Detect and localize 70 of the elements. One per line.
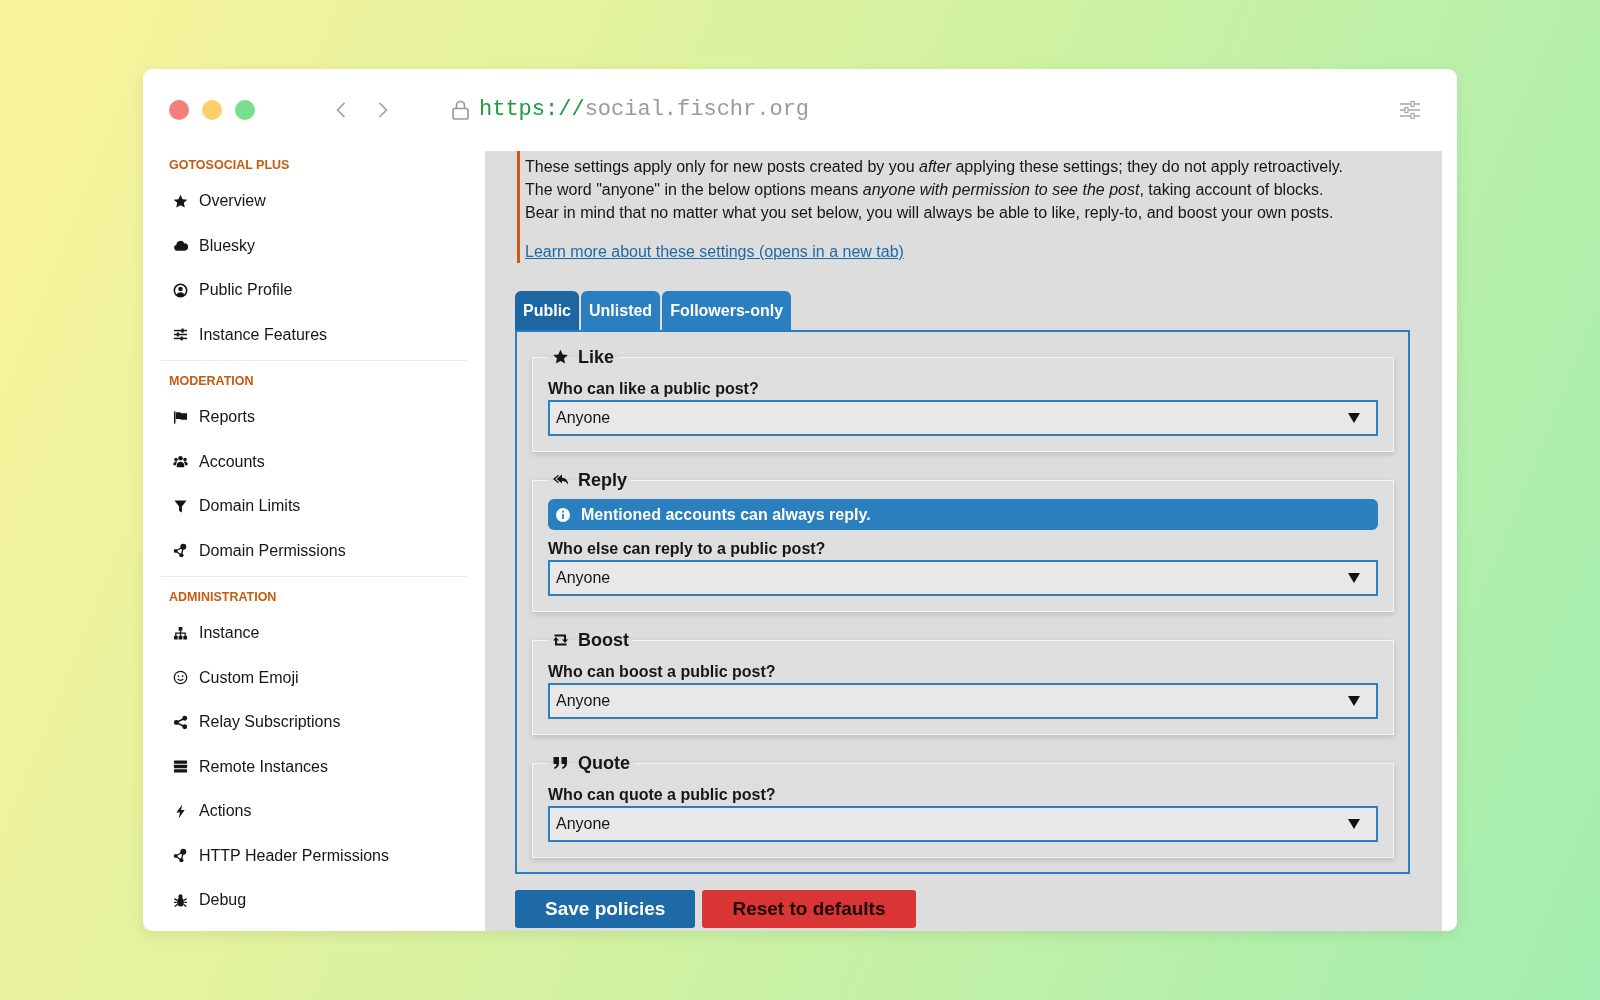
caret-icon — [1348, 413, 1360, 423]
reset-button[interactable]: Reset to defaults — [702, 890, 916, 928]
field-label: Who else can reply to a public post? — [548, 539, 827, 559]
tab[interactable]: Followers-only — [662, 291, 792, 330]
caret-icon — [1348, 573, 1360, 583]
nodes-icon — [173, 543, 188, 559]
intro-text: These settings apply only for new posts created by you after applying these settings; they do not apply retroactively. — [525, 157, 1344, 177]
sidebar-item[interactable]: Remote Instances — [143, 744, 485, 789]
sidebar-item[interactable]: Relay Subscriptions — [143, 700, 485, 745]
star-icon — [552, 349, 569, 365]
section-title: Like — [578, 346, 615, 368]
users-icon — [173, 454, 188, 470]
field-label: Who can quote a public post? — [548, 785, 777, 805]
tab[interactable]: Unlisted — [581, 291, 661, 330]
select-field[interactable]: Anyone — [548, 400, 1378, 436]
sidebar-item[interactable]: Domain Limits — [143, 484, 485, 529]
sidebar-heading: ADMINISTRATION — [168, 589, 278, 605]
user-circle-icon — [173, 282, 188, 298]
sidebar-item[interactable]: Bluesky — [143, 223, 485, 268]
nodes-icon — [173, 848, 188, 864]
field-label: Who can boost a public post? — [548, 662, 777, 682]
url-text[interactable]: https://social.fischr.org — [479, 96, 810, 124]
sliders-icon — [173, 327, 188, 343]
sidebar-heading: GOTOSOCIAL PLUS — [168, 157, 291, 173]
field-label: Who can like a public post? — [548, 379, 760, 399]
sidebar-heading: MODERATION — [168, 373, 255, 389]
caret-icon — [1348, 819, 1360, 829]
sidebar-item[interactable]: Custom Emoji — [143, 655, 485, 700]
save-button[interactable]: Save policies — [515, 890, 696, 928]
select-field[interactable]: Anyone — [548, 806, 1378, 842]
server-icon — [173, 759, 188, 775]
cloud-icon — [173, 238, 188, 254]
select-field[interactable]: Anyone — [548, 560, 1378, 596]
sidebar-item[interactable]: Domain Permissions — [143, 528, 485, 573]
sidebar-item[interactable]: HTTP Header Permissions — [143, 833, 485, 878]
sitemap-icon — [173, 625, 188, 641]
quote-icon — [552, 755, 569, 771]
close-icon[interactable] — [169, 100, 189, 120]
section-title: Quote — [578, 752, 630, 774]
section-title: Boost — [578, 629, 629, 651]
bug-icon — [173, 892, 188, 908]
tab[interactable]: Public — [515, 291, 579, 330]
sidebar-item[interactable]: Instance Features — [143, 312, 485, 357]
info-icon — [556, 507, 570, 522]
sidebar-item[interactable]: Debug — [143, 878, 485, 923]
intro-text: Bear in mind that no matter what you set below, you will always be able to like, reply-to, and boost your own posts. — [525, 203, 1335, 223]
sidebar-item[interactable]: Actions — [143, 789, 485, 834]
funnel-icon — [173, 498, 188, 514]
sidebar-item[interactable]: Accounts — [143, 439, 485, 484]
chevron-left-icon[interactable] — [336, 102, 346, 118]
maximize-icon[interactable] — [235, 100, 255, 120]
section-title: Reply — [578, 469, 628, 491]
flag-icon — [173, 409, 188, 425]
smiley-icon — [173, 670, 188, 686]
sliders-icon[interactable] — [1400, 101, 1420, 119]
lock-icon — [452, 100, 469, 120]
retweet-icon — [552, 632, 569, 648]
info-text: Mentioned accounts can always reply. — [581, 505, 871, 524]
caret-icon — [1348, 696, 1360, 706]
learn-more-link[interactable]: Learn more about these settings (opens in a new tab) — [525, 242, 904, 262]
sidebar-item[interactable]: Overview — [143, 179, 485, 224]
chevron-right-icon[interactable] — [378, 102, 388, 118]
minimize-icon[interactable] — [202, 100, 222, 120]
sidebar-item[interactable]: Instance — [143, 611, 485, 656]
share-icon — [173, 714, 188, 730]
star-icon — [173, 193, 188, 209]
select-field[interactable]: Anyone — [548, 683, 1378, 719]
sidebar-item[interactable]: Public Profile — [143, 268, 485, 313]
sidebar-item[interactable]: Reports — [143, 395, 485, 440]
intro-text: The word "anyone" in the below options means anyone with permission to see the post, taking account of blocks. — [525, 180, 1325, 200]
